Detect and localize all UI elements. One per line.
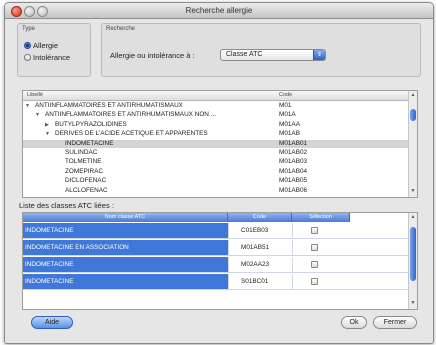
tree-row-label: TOLMETINE bbox=[65, 158, 102, 166]
tree-row-label: ZOMEPIRAC bbox=[65, 167, 103, 175]
table-row[interactable]: INDOMETACINE M02AA23 bbox=[23, 257, 408, 273]
column-header-code[interactable]: Code bbox=[279, 92, 292, 98]
linked-grid-scrollbar[interactable]: ▲ ▼ bbox=[408, 213, 417, 309]
atc-tree-header: Libellé Code bbox=[23, 91, 408, 101]
tree-row-label: ANTIINFLAMMATOIRES ET ANTIRHUMATISMAUX N… bbox=[45, 111, 217, 119]
atc-tree[interactable]: Libellé Code ▼ ANTIINFLAMMATOIRES ET ANTI… bbox=[22, 90, 418, 198]
select-arrows-icon[interactable]: ⇕ bbox=[313, 50, 325, 60]
tree-row-code: M01AB02 bbox=[279, 149, 308, 156]
selection-checkbox[interactable] bbox=[311, 244, 318, 251]
tree-row[interactable]: ▼ ANTIINFLAMMATOIRES ET ANTIRHUMATISMAUX … bbox=[23, 111, 408, 119]
tree-row-code: M01AB bbox=[279, 130, 300, 138]
linked-row-code: S01BC01 bbox=[228, 274, 292, 289]
tree-row[interactable]: DICLOFENAC M01AB05 bbox=[23, 177, 408, 185]
linked-classes-label: Liste des classes ATC liées : bbox=[19, 201, 114, 210]
search-group: Recherche Allergie ou intolérance à : Cl… bbox=[101, 23, 421, 77]
tree-row-label: ANTIINFLAMMATOIRES ET ANTIRHUMATISMAUX bbox=[35, 102, 183, 109]
linked-row-name: INDOMETACINE bbox=[23, 274, 228, 289]
help-button-label: Aide bbox=[44, 319, 59, 326]
tree-row-code: M01 bbox=[279, 102, 292, 109]
radio-allergie-indicator[interactable] bbox=[24, 42, 31, 49]
column-header-selection[interactable]: Sélection bbox=[292, 213, 350, 222]
search-type-select[interactable]: Classe ATC ⇕ bbox=[220, 49, 326, 61]
search-type-select-value: Classe ATC bbox=[226, 51, 263, 58]
linked-row-selection-cell bbox=[292, 223, 350, 238]
radio-intolerance-indicator[interactable] bbox=[24, 54, 31, 61]
disclosure-expanded-icon[interactable]: ▼ bbox=[25, 102, 30, 110]
disclosure-collapsed-icon[interactable]: ▶ bbox=[45, 121, 49, 129]
linked-row-code: M01AB51 bbox=[228, 240, 292, 255]
tree-row-code: M01AB04 bbox=[279, 167, 308, 175]
column-header-libelle[interactable]: Libellé bbox=[27, 92, 43, 98]
tree-row[interactable]: ▼ DERIVES DE L'ACIDE ACETIQUE ET APPARENT… bbox=[23, 130, 408, 138]
linked-row-code: M02AA23 bbox=[228, 257, 292, 272]
selection-checkbox[interactable] bbox=[311, 227, 318, 234]
ok-button[interactable]: Ok bbox=[341, 316, 367, 329]
column-header-name[interactable]: Nom classe ATC bbox=[23, 213, 228, 222]
linked-grid-scroll-thumb[interactable] bbox=[410, 227, 416, 281]
type-group: Type Allergie Intolérance bbox=[17, 23, 91, 77]
tree-row[interactable]: SULINDAC M01AB02 bbox=[23, 149, 408, 157]
linked-row-code: C01EB03 bbox=[228, 223, 292, 238]
tree-row-code: M01AB03 bbox=[279, 158, 308, 166]
tree-row-label: BUTYLPYRAZOLIDINES bbox=[55, 120, 127, 128]
selection-checkbox[interactable] bbox=[311, 278, 318, 285]
title-bar[interactable]: Recherche allergie bbox=[5, 3, 433, 19]
linked-classes-grid[interactable]: Nom classe ATC Code Sélection INDOMETACI… bbox=[22, 212, 418, 310]
tree-row-code: M01AB01 bbox=[279, 139, 308, 147]
linked-grid-header: Nom classe ATC Code Sélection bbox=[23, 213, 408, 222]
linked-row-name: INDOMETACINE bbox=[23, 223, 228, 238]
scroll-down-arrow-icon[interactable]: ▼ bbox=[409, 300, 417, 306]
window-title: Recherche allergie bbox=[185, 6, 253, 15]
linked-row-selection-cell bbox=[292, 240, 350, 255]
tree-row[interactable]: ALCLOFENAC M01AB06 bbox=[23, 187, 408, 195]
tree-row[interactable]: ZOMEPIRAC M01AB04 bbox=[23, 168, 408, 176]
tree-row-label: DICLOFENAC bbox=[65, 177, 107, 185]
table-row[interactable]: INDOMETACINE C01EB03 bbox=[23, 223, 408, 239]
scroll-up-arrow-icon[interactable]: ▲ bbox=[409, 92, 417, 98]
tree-row-code: M01AB05 bbox=[279, 177, 308, 185]
table-row[interactable]: INDOMETACINE S01BC01 bbox=[23, 274, 408, 290]
tree-row-code: M01AA bbox=[279, 120, 300, 128]
tree-row-label: DERIVES DE L'ACIDE ACETIQUE ET APPARENTE… bbox=[55, 130, 208, 138]
tree-row[interactable]: TOLMETINE M01AB03 bbox=[23, 158, 408, 166]
tree-row-code: M01A bbox=[279, 111, 296, 119]
atc-tree-scroll-thumb[interactable] bbox=[410, 109, 416, 121]
disclosure-expanded-icon[interactable]: ▼ bbox=[45, 130, 50, 138]
scroll-down-arrow-icon[interactable]: ▼ bbox=[409, 188, 417, 194]
tree-row[interactable]: ▼ ANTIINFLAMMATOIRES ET ANTIRHUMATISMAUX M… bbox=[23, 102, 408, 110]
tree-row-label: ALCLOFENAC bbox=[65, 186, 108, 194]
linked-row-name: INDOMETACINE EN ASSOCIATION bbox=[23, 240, 228, 255]
search-field-label: Allergie ou intolérance à : bbox=[110, 51, 195, 60]
search-group-label: Recherche bbox=[106, 26, 136, 32]
radio-intolerance[interactable]: Intolérance bbox=[24, 53, 70, 62]
linked-row-selection-cell bbox=[292, 257, 350, 272]
linked-row-selection-cell bbox=[292, 274, 350, 289]
table-row[interactable]: INDOMETACINE EN ASSOCIATION M01AB51 bbox=[23, 240, 408, 256]
atc-tree-scrollbar[interactable]: ▲ ▼ bbox=[408, 91, 417, 197]
radio-intolerance-label: Intolérance bbox=[33, 53, 71, 62]
scroll-up-arrow-icon[interactable]: ▲ bbox=[409, 214, 417, 220]
help-button[interactable]: Aide bbox=[31, 316, 73, 329]
selection-checkbox[interactable] bbox=[311, 261, 318, 268]
disclosure-expanded-icon[interactable]: ▼ bbox=[35, 111, 40, 119]
close-button-label: Fermer bbox=[383, 319, 407, 326]
type-group-label: Type bbox=[22, 26, 36, 32]
tree-row-label: INDOMETACINE bbox=[65, 139, 114, 147]
linked-row-name: INDOMETACINE bbox=[23, 257, 228, 272]
radio-allergie[interactable]: Allergie bbox=[24, 41, 58, 50]
ok-button-label: Ok bbox=[349, 319, 359, 326]
radio-allergie-label: Allergie bbox=[33, 41, 59, 50]
tree-row[interactable]: ▶ BUTYLPYRAZOLIDINES M01AA bbox=[23, 121, 408, 129]
tree-row[interactable]: INDOMETACINE M01AB01 bbox=[23, 139, 408, 148]
tree-row-code: M01AB06 bbox=[279, 186, 308, 194]
close-button[interactable]: Fermer bbox=[373, 316, 417, 329]
tree-row-label: SULINDAC bbox=[65, 149, 98, 156]
column-header-linked-code[interactable]: Code bbox=[228, 213, 292, 222]
dialog-window: Recherche allergie Type Allergie Intolér… bbox=[4, 2, 434, 344]
